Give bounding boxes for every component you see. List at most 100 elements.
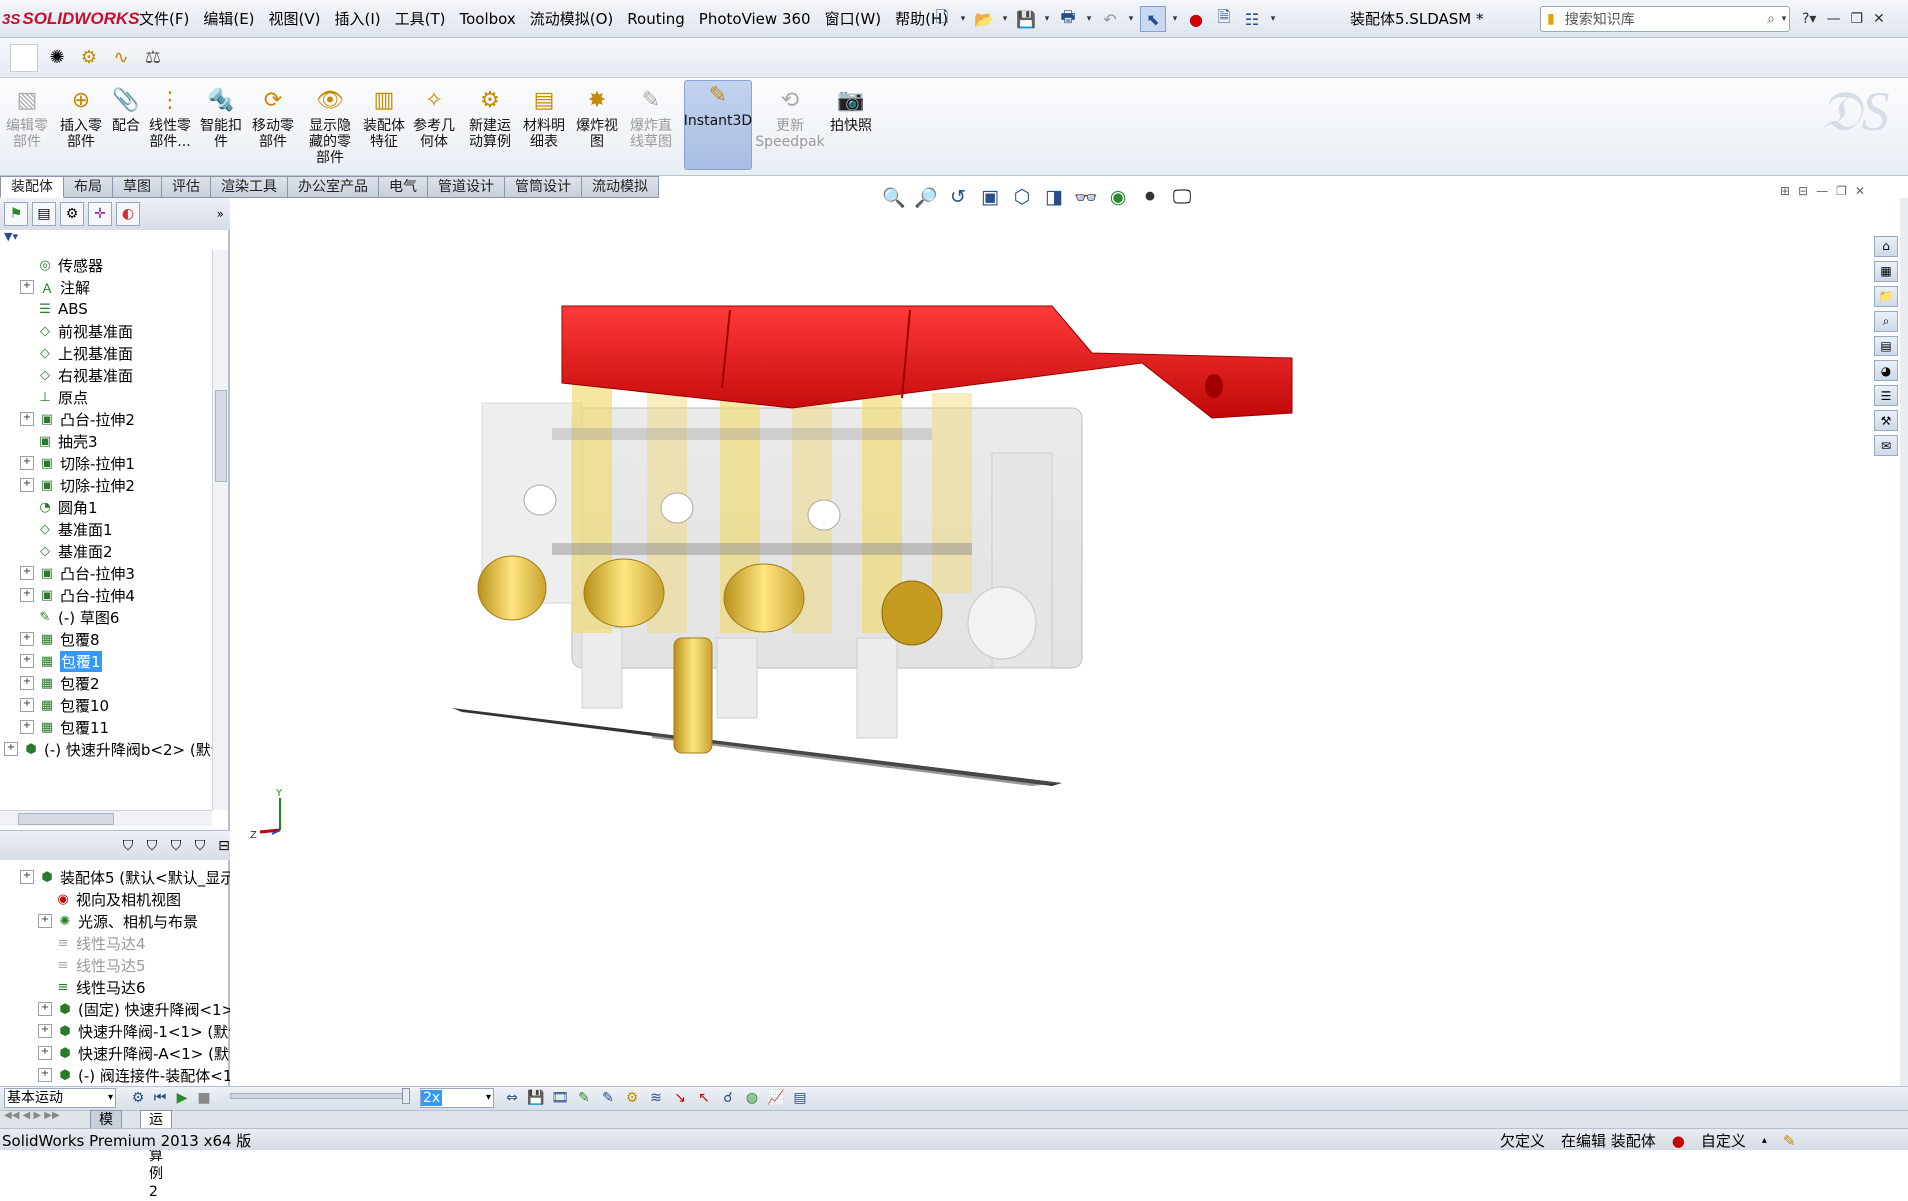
panel-collapse-icon[interactable]: » bbox=[217, 207, 224, 221]
expand-toggle-icon[interactable] bbox=[20, 259, 32, 271]
scroll-thumb[interactable] bbox=[215, 390, 227, 482]
menu-item[interactable]: 视图(V) bbox=[262, 0, 328, 38]
menu-item[interactable]: Toolbox bbox=[453, 0, 523, 38]
tree-horizontal-scrollbar[interactable] bbox=[0, 810, 212, 826]
command-tab[interactable]: 管道设计 bbox=[428, 176, 505, 198]
search-dropdown-icon[interactable]: ▾ bbox=[1779, 14, 1789, 24]
file-explorer-icon[interactable]: 📁 bbox=[1874, 285, 1898, 307]
command-button[interactable]: ⟳ 移动零 部件 bbox=[248, 86, 298, 172]
save-animation-icon[interactable]: 💾 bbox=[526, 1088, 546, 1108]
bottom-tab[interactable]: 运动算例 2 bbox=[140, 1110, 172, 1200]
viewport-close-icon[interactable]: ✕ bbox=[1855, 184, 1865, 198]
gravity-icon[interactable]: ◍ bbox=[742, 1088, 762, 1108]
expand-toggle-icon[interactable]: + bbox=[20, 588, 34, 602]
command-tab[interactable]: 电气 bbox=[379, 176, 428, 198]
open-dropdown-icon[interactable]: ▾ bbox=[1000, 14, 1010, 24]
edit-appearance-icon[interactable]: ◉ bbox=[1104, 184, 1132, 210]
sun-light-icon[interactable]: ✺ bbox=[44, 44, 70, 70]
autokey-icon[interactable]: ✎ bbox=[574, 1088, 594, 1108]
command-button[interactable]: 📷 拍快照 bbox=[830, 86, 872, 172]
expand-toggle-icon[interactable] bbox=[20, 611, 32, 623]
expand-toggle-icon[interactable]: + bbox=[38, 1046, 52, 1060]
menu-item[interactable]: 窗口(W) bbox=[818, 0, 889, 38]
select-pointer-icon[interactable]: ⬉ bbox=[1140, 6, 1166, 32]
command-tab[interactable]: 草图 bbox=[113, 176, 162, 198]
viewport-minimize-icon[interactable]: — bbox=[1816, 184, 1828, 198]
solidworks-resources-icon[interactable]: ⌂ bbox=[1874, 236, 1898, 257]
tree-item[interactable]: + ▣ 凸台-拉伸4 bbox=[20, 584, 135, 606]
appearances-icon[interactable]: ◕ bbox=[1874, 360, 1898, 382]
add-key-icon[interactable]: ✎ bbox=[598, 1088, 618, 1108]
expand-toggle-icon[interactable]: + bbox=[20, 870, 34, 884]
forum-icon[interactable]: ✉ bbox=[1874, 435, 1898, 457]
rebuild-traffic-light-icon[interactable]: ● bbox=[1184, 7, 1208, 31]
expand-toggle-icon[interactable]: + bbox=[38, 1002, 52, 1016]
split-view-icon[interactable]: ⊞ bbox=[1780, 184, 1790, 198]
tree-item[interactable]: ✎ (-) 草图6 bbox=[20, 606, 120, 628]
search-icon[interactable]: ⌕ bbox=[1767, 11, 1775, 27]
command-tab[interactable]: 布局 bbox=[64, 176, 113, 198]
expand-toggle-icon[interactable]: + bbox=[20, 676, 34, 690]
graphics-area[interactable]: Y Z bbox=[232, 198, 1874, 1086]
help-icon[interactable]: ?▾ bbox=[1802, 11, 1816, 27]
expand-toggle-icon[interactable]: + bbox=[20, 654, 34, 668]
search-pane-icon[interactable]: ⌕ bbox=[1874, 310, 1898, 332]
animation-wizard-icon[interactable]: 🎞 bbox=[550, 1088, 570, 1108]
play-icon[interactable]: ▶ bbox=[172, 1088, 192, 1108]
select-dropdown-icon[interactable]: ▾ bbox=[1170, 14, 1180, 24]
hide-show-items-icon[interactable]: 👓 bbox=[1072, 184, 1100, 210]
command-button[interactable]: 🔩 智能扣 件 bbox=[198, 86, 244, 172]
feature-tree-tab-icon[interactable]: ⚑ bbox=[4, 202, 28, 226]
options-dropdown-icon[interactable]: ▾ bbox=[1268, 14, 1278, 24]
calculate-icon[interactable]: ⚙ bbox=[128, 1088, 148, 1108]
apply-scene-icon[interactable]: ⚫ bbox=[1136, 184, 1164, 210]
menu-item[interactable]: 编辑(E) bbox=[196, 0, 261, 38]
motor-tool-icon[interactable]: ⚙ bbox=[76, 44, 102, 70]
display-manager-tab-icon[interactable]: ◐ bbox=[116, 202, 140, 226]
file-properties-icon[interactable]: 🗎 bbox=[1212, 7, 1236, 31]
expand-toggle-icon[interactable]: + bbox=[20, 632, 34, 646]
expand-toggle-icon[interactable] bbox=[20, 501, 32, 513]
menu-item[interactable]: PhotoView 360 bbox=[692, 0, 818, 38]
tree-item[interactable]: + ⬢ 快速升降阀-A<1> (默认 bbox=[38, 1042, 230, 1064]
split-view-2-icon[interactable]: ⊟ bbox=[1798, 184, 1808, 198]
expand-toggle-icon[interactable] bbox=[38, 893, 50, 905]
tree-item[interactable]: ◇ 前视基准面 bbox=[20, 320, 133, 342]
damper-icon[interactable]: ↘ bbox=[670, 1088, 690, 1108]
design-library-icon[interactable]: ▦ bbox=[1874, 260, 1898, 282]
motor-icon[interactable]: ⚙ bbox=[622, 1088, 642, 1108]
expand-toggle-icon[interactable] bbox=[20, 523, 32, 535]
command-button[interactable]: ✸ 爆炸视 图 bbox=[574, 86, 620, 172]
tree-item[interactable]: + ⬢ 快速升降阀-1<1> (默认 bbox=[38, 1020, 230, 1042]
tree-item[interactable]: + ✺ 光源、相机与布景 bbox=[38, 910, 198, 932]
tree-item[interactable]: + ⬢ (固定) 快速升降阀<1> bbox=[38, 998, 230, 1020]
command-tab[interactable]: 管筒设计 bbox=[505, 176, 582, 198]
tab-nav-arrows[interactable]: ◀◀ ◀ ▶ ▶▶ bbox=[4, 1110, 60, 1121]
expand-toggle-icon[interactable]: + bbox=[38, 1024, 52, 1038]
command-button[interactable]: ⟲ 更新 Speedpak bbox=[755, 86, 824, 172]
menu-item[interactable]: Routing bbox=[620, 0, 692, 38]
new-dropdown-icon[interactable]: ▾ bbox=[958, 14, 968, 24]
command-button[interactable]: ✎ 爆炸直 线草图 bbox=[626, 86, 676, 172]
tree-item[interactable]: + ▦ 包覆11 bbox=[20, 716, 109, 738]
hscroll-thumb[interactable] bbox=[18, 813, 114, 825]
filter-driving-icon[interactable]: ⛉ bbox=[142, 836, 162, 856]
expand-toggle-icon[interactable] bbox=[20, 369, 32, 381]
study-type-select[interactable]: 基本运动 ▾ bbox=[4, 1088, 116, 1108]
expand-toggle-icon[interactable] bbox=[20, 325, 32, 337]
filter-results-icon[interactable]: ⛉ bbox=[190, 836, 210, 856]
command-tab[interactable]: 渲染工具 bbox=[211, 176, 288, 198]
minimize-icon[interactable]: — bbox=[1826, 11, 1840, 27]
expand-toggle-icon[interactable] bbox=[20, 545, 32, 557]
command-button[interactable]: ▤ 材料明 细表 bbox=[520, 86, 568, 172]
command-button[interactable]: ✧ 参考几 何体 bbox=[410, 86, 458, 172]
expand-toggle-icon[interactable] bbox=[20, 435, 32, 447]
command-button[interactable]: ▥ 装配体 特征 bbox=[360, 86, 408, 172]
spring-icon[interactable]: ≋ bbox=[646, 1088, 666, 1108]
toolbox-pane-icon[interactable]: ⚒ bbox=[1874, 410, 1898, 432]
command-tab[interactable]: 评估 bbox=[162, 176, 211, 198]
blank-icon[interactable] bbox=[10, 44, 38, 72]
expand-toggle-icon[interactable] bbox=[20, 391, 32, 403]
expand-toggle-icon[interactable]: + bbox=[20, 456, 34, 470]
options-icon[interactable]: ☷ bbox=[1240, 7, 1264, 31]
